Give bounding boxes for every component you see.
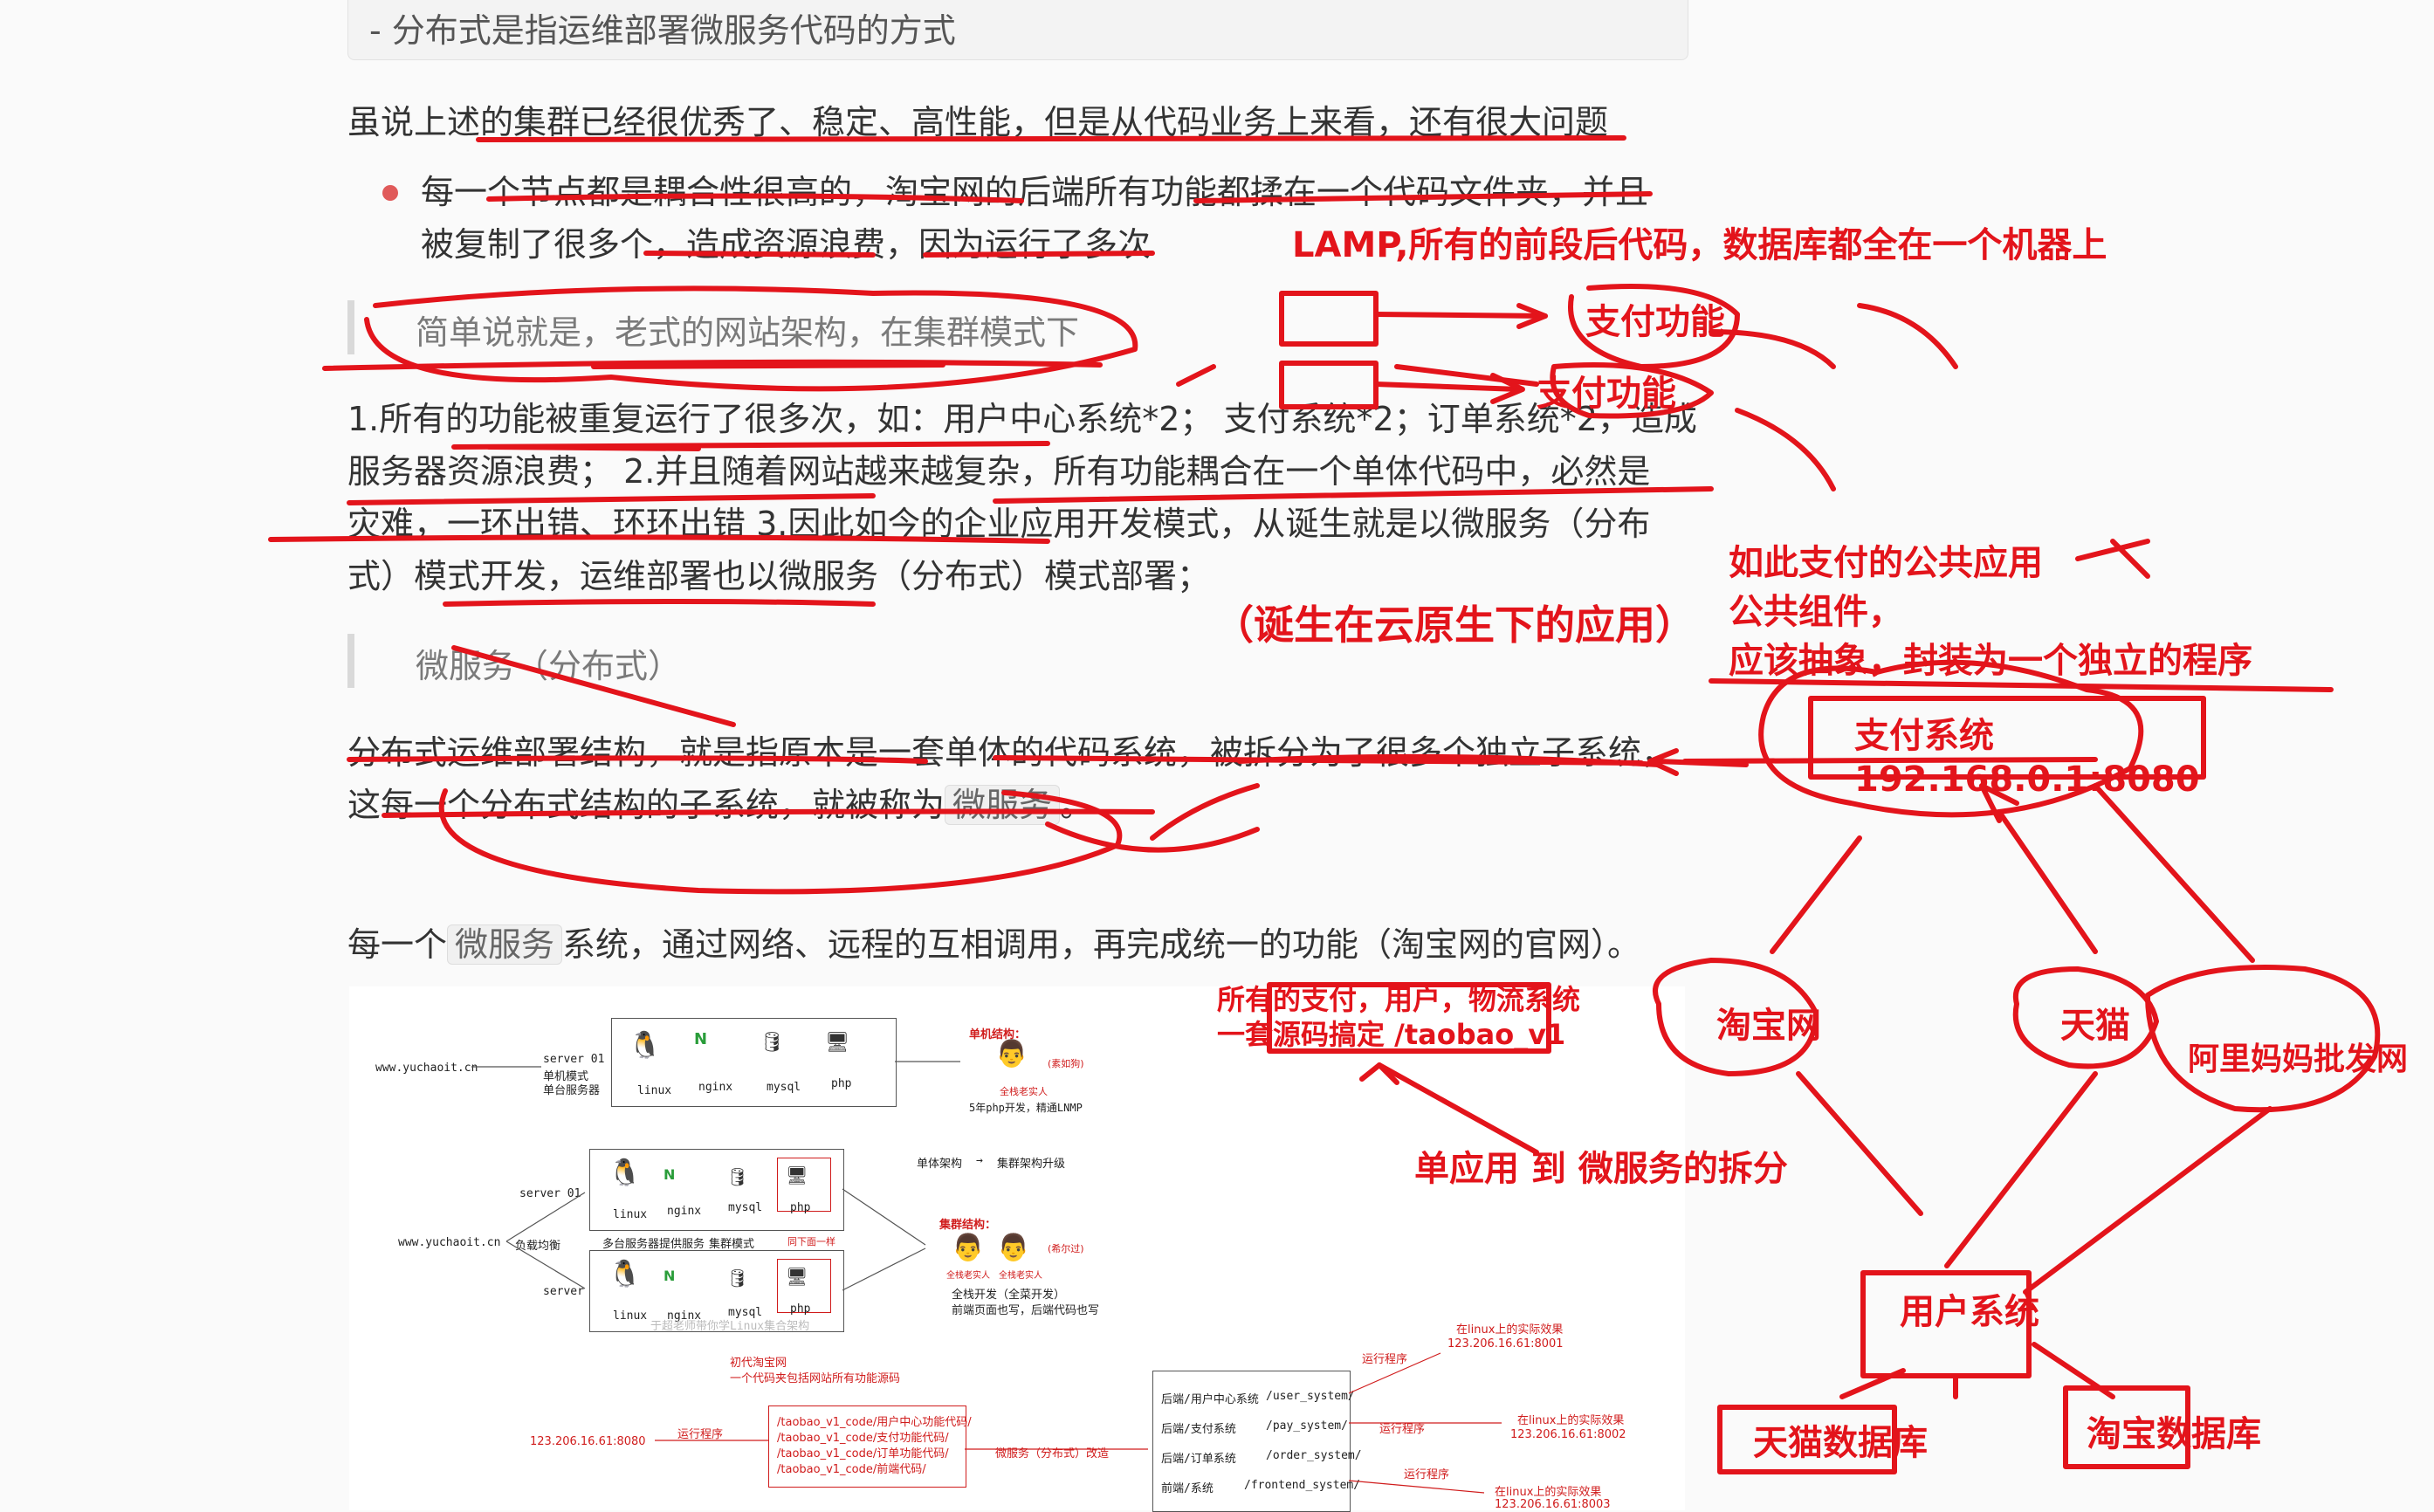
annotation-pay-2: 支付功能 bbox=[1537, 374, 1676, 414]
annotation-split: 单应用 到 微服务的拆分 bbox=[1414, 1149, 1788, 1189]
annotation-pay-ip: 192.168.0.1:8080 bbox=[1854, 759, 2200, 800]
annotation-alibaba: 阿里妈妈批发网 bbox=[2188, 1041, 2409, 1077]
annotation-taobao-db: 淘宝数据库 bbox=[2087, 1414, 2261, 1454]
annotation-user-system: 用户系统 bbox=[1900, 1292, 2039, 1332]
annotation-cloud-native: （诞生在云原生下的应用） bbox=[1214, 601, 1695, 649]
annotation-public-1: 如此支付的公共应用 bbox=[1729, 543, 2043, 583]
annotation-pay-system: 支付系统 bbox=[1854, 716, 1994, 756]
annotation-all-in-2: 一套源码搞定 /taobao_v1 bbox=[1217, 1018, 1566, 1051]
annotation-public-3: 应该抽象，封装为一个独立的程序 bbox=[1729, 641, 2252, 681]
annotation-public-2: 公共组件， bbox=[1729, 592, 1903, 632]
annotation-lamp: LAMP,所有的前段后代码，数据库都全在一个机器上 bbox=[1292, 225, 2107, 265]
annotation-tmall-db: 天猫数据库 bbox=[1753, 1423, 1928, 1463]
annotation-pay-1: 支付功能 bbox=[1585, 302, 1725, 342]
annotation-taobao: 淘宝网 bbox=[1716, 1006, 1821, 1046]
annotation-tmall: 天猫 bbox=[2060, 1006, 2130, 1046]
